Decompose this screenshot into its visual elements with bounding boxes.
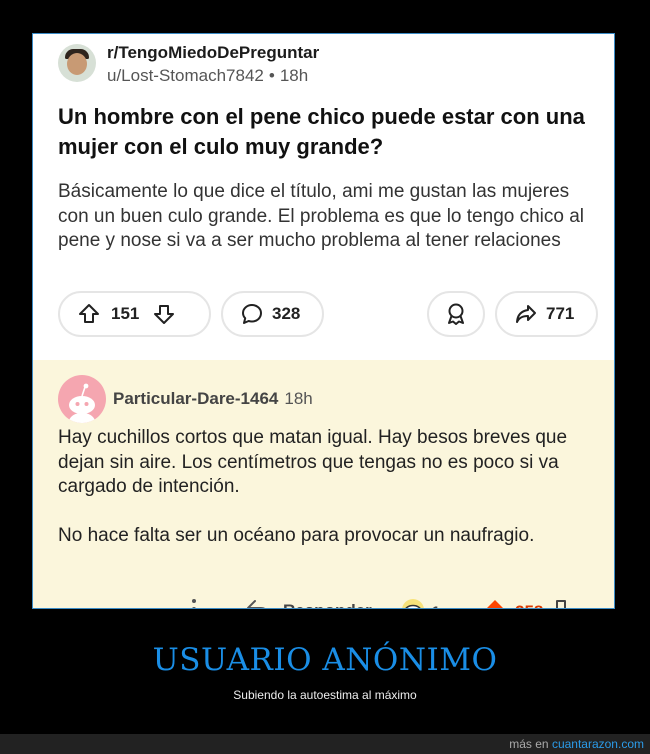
comment-age: 18h	[284, 389, 313, 408]
comment-body: Hay cuchillos cortos que matan igual. Ha…	[58, 426, 598, 573]
reddit-post: r/TengoMiedoDePreguntar u/Lost-Stomach78…	[33, 34, 614, 360]
downvote-icon[interactable]	[549, 597, 573, 608]
reply-arrow-icon	[245, 597, 271, 608]
vote-bar: 151	[58, 291, 211, 337]
upvote-icon[interactable]	[77, 302, 101, 326]
comment-paragraph: Hay cuchillos cortos que matan igual. Ha…	[58, 427, 568, 497]
comment-paragraph: No hace falta ser un océano para provoca…	[58, 525, 535, 546]
more-options-icon[interactable]	[189, 597, 199, 608]
post-body: Básicamente lo que dice el título, ami m…	[58, 181, 585, 251]
comment-score: 258	[515, 602, 543, 609]
subreddit-link[interactable]: r/TengoMiedoDePreguntar	[107, 43, 319, 63]
footer-prefix: más en	[509, 737, 549, 751]
site-footer: más en cuantarazon.com	[0, 734, 650, 754]
comment-count: 328	[272, 304, 301, 323]
footer-site-link[interactable]: cuantarazon.com	[552, 737, 644, 751]
comment-bubble-icon	[240, 302, 264, 326]
award-count: 1	[431, 603, 440, 609]
share-button[interactable]: 771	[495, 291, 598, 337]
award-snoo-icon	[399, 597, 427, 608]
comments-button[interactable]: 328	[221, 291, 324, 337]
comment-author[interactable]: Particular-Dare-1464	[113, 389, 278, 408]
share-arrow-icon	[514, 302, 538, 326]
award-button[interactable]	[427, 291, 485, 337]
upvoted-arrow-icon[interactable]	[483, 597, 507, 608]
comment-vote-bar: 258	[483, 597, 573, 609]
award-icon	[443, 301, 469, 327]
caption-subtitle: Subiendo la autoestima al máximo	[233, 688, 417, 702]
username-link[interactable]: u/Lost-Stomach7842	[107, 66, 264, 85]
share-count: 771	[546, 304, 575, 323]
post-age: 18h	[279, 66, 309, 85]
meta-separator: •	[268, 66, 275, 85]
comment-actions: Responder 1 258	[33, 597, 614, 609]
screenshot-frame: r/TengoMiedoDePreguntar u/Lost-Stomach78…	[32, 33, 615, 609]
post-meta: u/Lost-Stomach7842 • 18h	[107, 66, 308, 86]
caption-title: USUARIO ANÓNIMO	[152, 642, 498, 678]
post-title[interactable]: Un hombre con el pene chico puede estar …	[58, 102, 598, 162]
user-avatar[interactable]	[58, 44, 96, 82]
reply-button[interactable]: Responder	[245, 597, 372, 609]
downvote-icon[interactable]	[152, 302, 176, 326]
footer-credit: más en cuantarazon.com	[509, 737, 644, 751]
reply-label: Responder	[283, 601, 372, 609]
comment-award[interactable]: 1	[399, 597, 440, 609]
commenter-avatar[interactable]	[58, 375, 106, 423]
upvote-count: 151	[111, 304, 140, 323]
top-comment: Particular-Dare-1464 18h Hay cuchillos co…	[33, 360, 614, 609]
comment-author-line: Particular-Dare-1464 18h	[113, 389, 313, 409]
